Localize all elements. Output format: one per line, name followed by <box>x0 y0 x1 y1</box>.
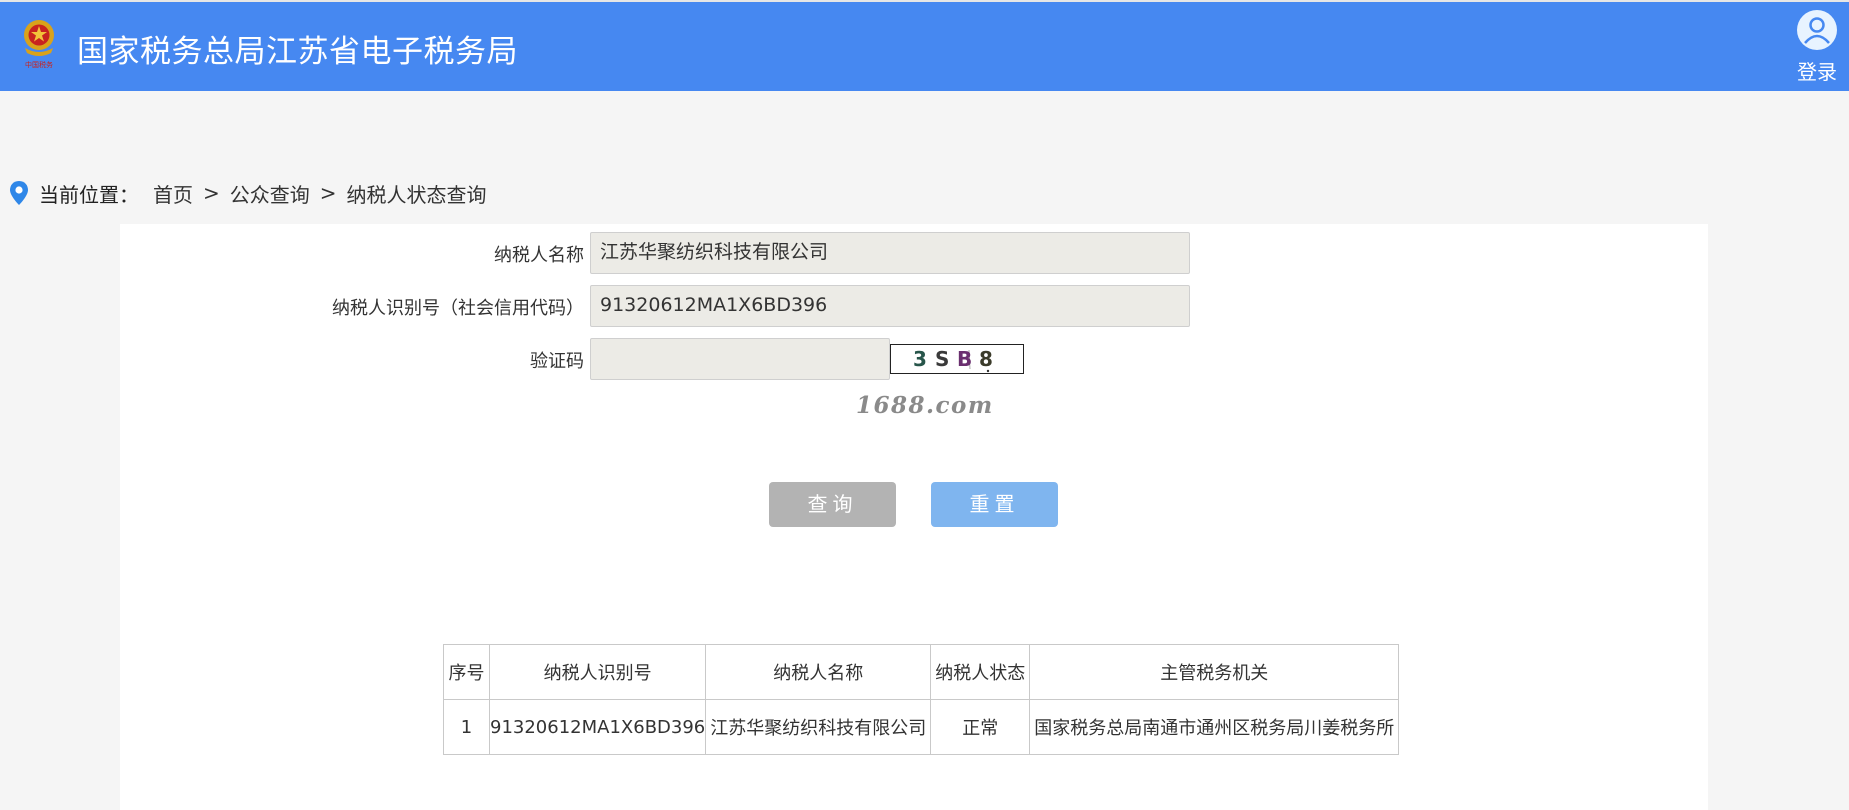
captcha-label: 验证码 <box>530 351 584 372</box>
column-header: 纳税人识别号 <box>488 644 707 700</box>
breadcrumb-separator: > <box>319 181 337 205</box>
captcha-char: B <box>957 347 972 371</box>
svg-text:中国税务: 中国税务 <box>25 60 53 69</box>
query-button[interactable]: 查询 <box>769 482 896 527</box>
taxpayer-id-label: 纳税人识别号（社会信用代码） <box>332 298 584 319</box>
breadcrumb-separator: > <box>203 181 220 205</box>
table-cell-tax-authority: 国家税务总局南通市通州区税务局川姜税务所 <box>1029 699 1400 755</box>
breadcrumb-current-page: 纳税人状态查询 <box>346 182 487 207</box>
column-header: 纳税人状态 <box>930 644 1031 700</box>
captcha-char: 8 <box>979 347 993 371</box>
breadcrumb-label: 当前位置： <box>39 182 139 207</box>
table-cell-index: 1 <box>443 699 490 755</box>
breadcrumb-home-link[interactable]: 首页 <box>153 179 193 208</box>
column-header: 主管税务机关 <box>1029 644 1400 700</box>
site-title: 国家税务总局江苏省电子税务局 <box>77 34 518 70</box>
taxpayer-id-input[interactable]: 91320612MA1X6BD396 <box>590 285 1190 327</box>
login-label: 登录 <box>1797 60 1837 84</box>
column-header: 序号 <box>443 644 490 700</box>
table-cell-taxpayer-name: 江苏华聚纺织科技有限公司 <box>705 699 932 755</box>
table-header-row: 序号 纳税人识别号 纳税人名称 纳税人状态 主管税务机关 <box>443 644 1400 700</box>
captcha-image[interactable]: 3 S B 8 <box>890 344 1024 374</box>
site-header: 中国税务 国家税务总局江苏省电子税务局 登录 <box>0 2 1849 91</box>
table-cell-status: 正常 <box>930 699 1031 755</box>
reset-button[interactable]: 重置 <box>931 482 1058 527</box>
breadcrumb: 当前位置： 首页 > 公众查询 > 纳税人状态查询 <box>8 178 487 208</box>
user-avatar-icon <box>1797 10 1837 50</box>
column-header: 纳税人名称 <box>705 644 932 700</box>
table-row: 1 91320612MA1X6BD396 江苏华聚纺织科技有限公司 正常 国家税… <box>443 699 1400 755</box>
captcha-char: S <box>935 347 949 371</box>
result-table: 序号 纳税人识别号 纳税人名称 纳税人状态 主管税务机关 1 91320612M… <box>443 644 1400 755</box>
login-button[interactable]: 登录 <box>1792 10 1842 84</box>
captcha-char: 3 <box>913 347 927 371</box>
watermark: 1688.com <box>856 392 994 419</box>
location-pin-icon <box>8 180 30 206</box>
captcha-input[interactable] <box>590 338 890 380</box>
taxpayer-name-label: 纳税人名称 <box>494 245 584 266</box>
tax-emblem-icon: 中国税务 <box>20 18 58 70</box>
table-cell-taxpayer-id: 91320612MA1X6BD396 <box>488 699 707 755</box>
breadcrumb-public-query-link[interactable]: 公众查询 <box>230 179 310 208</box>
taxpayer-name-input[interactable]: 江苏华聚纺织科技有限公司 <box>590 232 1190 274</box>
